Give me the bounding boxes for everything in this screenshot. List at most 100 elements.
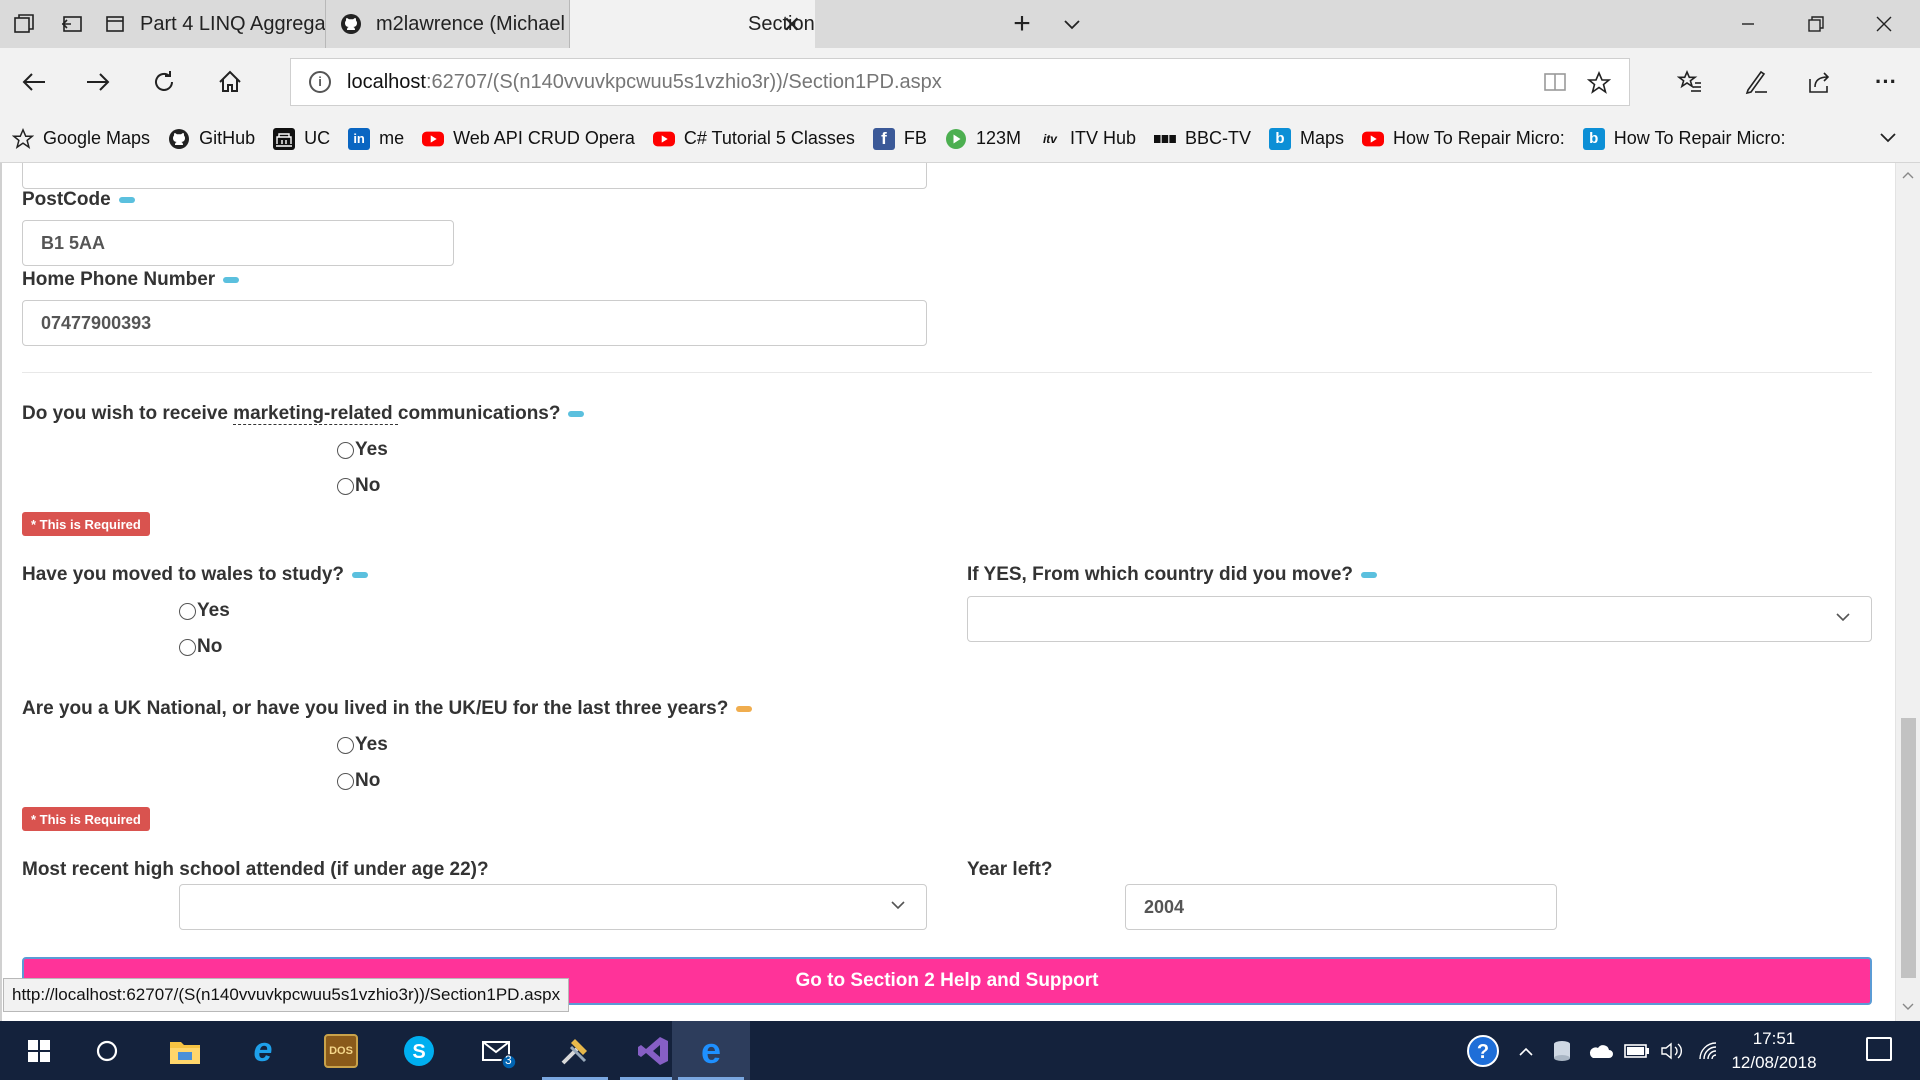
favorite-star-icon[interactable] (1586, 70, 1612, 101)
refresh-icon[interactable] (144, 62, 184, 102)
required-badge: * This is Required (22, 512, 150, 536)
favorites-hub-icon[interactable] (1670, 62, 1710, 102)
uk-no-option[interactable]: No (337, 770, 380, 792)
reading-view-icon[interactable] (1543, 71, 1567, 99)
help-icon[interactable] (736, 705, 753, 712)
web-note-pen-icon[interactable] (1736, 62, 1776, 102)
star-icon (12, 127, 34, 150)
favorites-overflow-chevron-icon[interactable] (1878, 127, 1898, 153)
favorite-fb[interactable]: f FB (872, 127, 927, 150)
favorite-label: GitHub (199, 128, 256, 148)
uk-yes-option[interactable]: Yes (337, 734, 388, 756)
favorite-uc[interactable]: UC (273, 127, 330, 150)
dosbox-icon[interactable]: DOS (302, 1021, 380, 1080)
marketing-no-option[interactable]: No (337, 475, 380, 497)
radio-button[interactable] (337, 441, 354, 459)
vertical-scrollbar[interactable] (1895, 163, 1920, 1021)
clock-time: 17:51 (1752, 1029, 1796, 1048)
home-phone-label: Home Phone Number (22, 269, 240, 291)
favorite-how-to-repair-2[interactable]: b How To Repair Micro: (1582, 127, 1786, 150)
database-tray-icon[interactable] (1552, 1021, 1572, 1080)
favorite-label: FB (903, 128, 927, 148)
favorite-label: ITV Hub (1069, 128, 1136, 148)
address-bar[interactable]: i localhost :62707/(S(n140vvuvkpcwuu5s1v… (290, 58, 1630, 106)
internet-explorer-icon[interactable]: e (224, 1021, 302, 1080)
country-select[interactable] (967, 596, 1872, 642)
share-icon[interactable] (1800, 62, 1840, 102)
more-menu-icon[interactable]: ··· (1866, 62, 1906, 102)
radio-button[interactable] (337, 772, 354, 790)
marketing-yes-option[interactable]: Yes (337, 439, 388, 461)
favorite-github[interactable]: GitHub (168, 128, 255, 150)
radio-button[interactable] (337, 736, 354, 754)
tab-github[interactable]: m2lawrence (Michael Lawre (326, 0, 570, 48)
action-center-icon[interactable] (1866, 1037, 1892, 1061)
marketing-related-term[interactable]: marketing-related (233, 403, 398, 425)
tab-section1[interactable]: Section1 ✕ (570, 0, 815, 48)
help-icon[interactable] (1361, 571, 1378, 578)
home-phone-input[interactable]: 07477900393 (22, 300, 927, 346)
favorite-web-api-crud[interactable]: Web API CRUD Opera (422, 128, 635, 150)
forward-icon[interactable] (78, 62, 118, 102)
help-icon[interactable] (352, 571, 369, 578)
system-clock[interactable]: 17:51 12/08/2018 (1714, 1027, 1834, 1075)
onedrive-cloud-icon[interactable] (1586, 1021, 1614, 1080)
tab-list-chevron-icon[interactable] (1058, 10, 1086, 38)
favorite-maps[interactable]: b Maps (1269, 127, 1344, 150)
url-host: localhost (347, 70, 426, 93)
moved-no-option[interactable]: No (179, 636, 222, 658)
mail-icon[interactable]: 3 (458, 1021, 536, 1080)
favorite-bbc-tv[interactable]: BBC-TV (1154, 128, 1251, 150)
favorite-itv-hub[interactable]: itv ITV Hub (1039, 128, 1136, 150)
favorite-123m[interactable]: 123M (945, 128, 1021, 150)
favorite-how-to-repair-1[interactable]: How To Repair Micro: (1362, 128, 1565, 150)
tab-linq[interactable]: Part 4 LINQ Aggregate Func (90, 0, 326, 48)
help-icon[interactable] (223, 276, 240, 283)
restore-icon[interactable] (1786, 0, 1846, 48)
back-icon[interactable] (14, 62, 54, 102)
radio-button[interactable] (337, 477, 354, 495)
favorite-google-maps[interactable]: Google Maps (12, 127, 150, 150)
mail-badge-count: 3 (505, 1053, 512, 1067)
youtube-icon (1362, 128, 1385, 150)
help-icon[interactable] (118, 196, 135, 203)
set-tabs-aside-icon[interactable] (58, 10, 86, 38)
edge-browser-icon[interactable]: e (672, 1021, 750, 1080)
address-field[interactable] (22, 163, 927, 189)
scroll-up-icon[interactable] (1902, 169, 1914, 183)
bbc-icon (1154, 128, 1176, 150)
tab-manager-icon[interactable] (10, 10, 38, 38)
marketing-question: Do you wish to receive marketing-related… (22, 403, 585, 425)
site-info-icon[interactable]: i (309, 71, 331, 93)
youtube-icon (422, 128, 445, 150)
radio-button[interactable] (179, 638, 196, 656)
favorite-me[interactable]: in me (348, 127, 405, 150)
favorite-label: me (379, 128, 405, 148)
battery-icon[interactable] (1624, 1021, 1650, 1080)
high-school-select[interactable] (179, 884, 927, 930)
skype-icon[interactable]: S (380, 1021, 458, 1080)
clock-date: 12/08/2018 (1731, 1053, 1817, 1072)
radio-button[interactable] (179, 602, 196, 620)
file-explorer-icon[interactable] (146, 1021, 224, 1080)
scroll-down-icon[interactable] (1902, 1001, 1914, 1015)
moved-yes-option[interactable]: Yes (179, 600, 230, 622)
close-tab-icon[interactable]: ✕ (783, 12, 801, 38)
favorite-label: BBC-TV (1185, 128, 1252, 148)
close-window-icon[interactable] (1854, 0, 1914, 48)
new-tab-icon[interactable]: + (1008, 7, 1036, 40)
cortana-search-icon[interactable] (68, 1021, 146, 1080)
volume-icon[interactable] (1660, 1021, 1684, 1080)
help-tray-icon[interactable]: ? (1466, 1021, 1500, 1080)
favorite-csharp-tutorial[interactable]: C# Tutorial 5 Classes (652, 128, 855, 150)
start-button[interactable] (0, 1021, 78, 1080)
year-left-input[interactable]: 2004 (1125, 884, 1557, 930)
github-icon (340, 13, 362, 35)
postcode-input[interactable]: B1 5AA (22, 220, 454, 266)
scroll-thumb[interactable] (1901, 718, 1916, 978)
show-hidden-icons-icon[interactable] (1518, 1021, 1534, 1080)
help-icon[interactable] (568, 410, 585, 417)
dev-tools-icon[interactable] (536, 1021, 614, 1080)
home-icon[interactable] (210, 62, 250, 102)
minimize-icon[interactable] (1718, 0, 1778, 48)
